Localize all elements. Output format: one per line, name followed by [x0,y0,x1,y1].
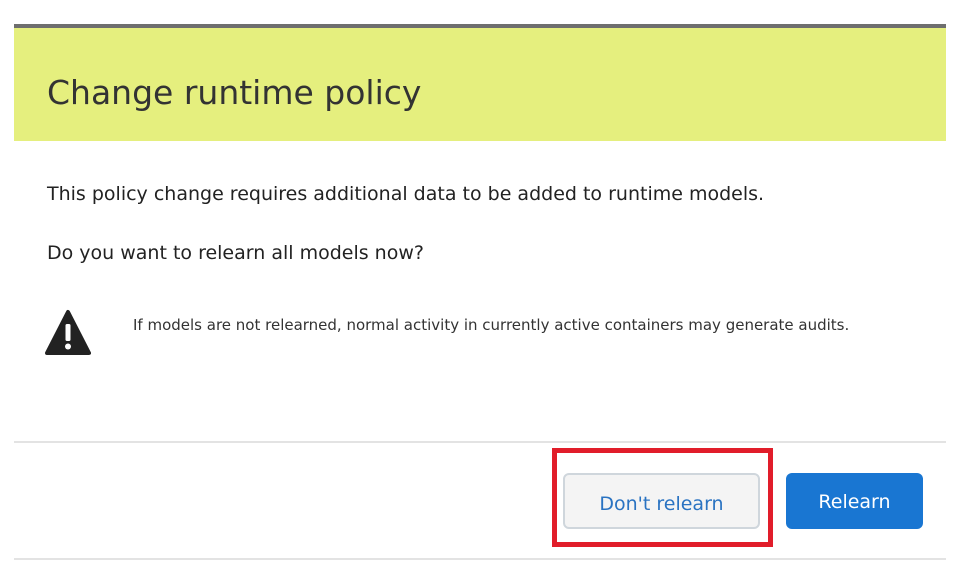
change-runtime-policy-dialog: Change runtime policy This policy change… [14,24,946,568]
relearn-question: Do you want to relearn all models now? [47,242,424,264]
dont-relearn-button[interactable]: Don't relearn [563,473,760,529]
footer-divider-top [14,441,946,443]
relearn-button[interactable]: Relearn [786,473,923,529]
policy-change-message: This policy change requires additional d… [47,183,765,205]
warning-triangle-icon [45,310,91,355]
warning-message: If models are not relearned, normal acti… [133,316,850,334]
dialog-header: Change runtime policy [14,28,946,141]
footer-divider-bottom [14,558,946,560]
dialog-title: Change runtime policy [47,73,422,112]
